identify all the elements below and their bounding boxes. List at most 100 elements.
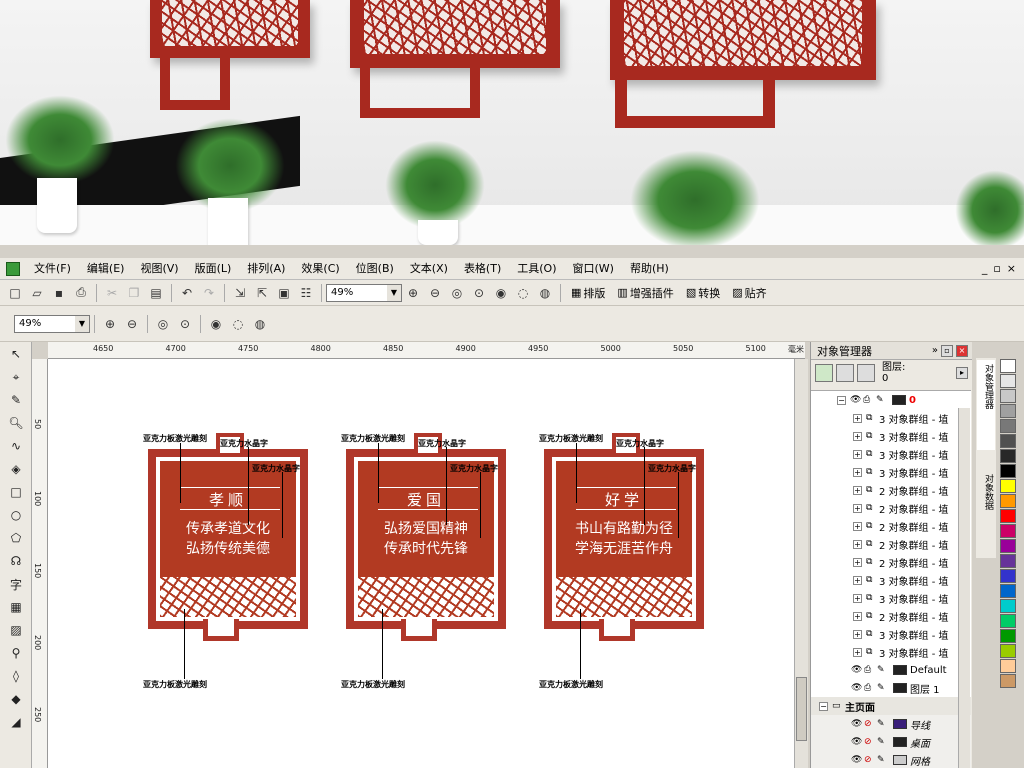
pencil-icon[interactable]: ✎ xyxy=(877,737,887,747)
expand-icon[interactable]: + xyxy=(853,629,862,639)
eye-icon[interactable]: 👁︎ xyxy=(851,665,862,675)
eye-icon[interactable]: 👁︎ xyxy=(851,683,862,693)
eye-icon[interactable]: 👁︎ xyxy=(851,737,862,747)
restore-button[interactable]: ▫ xyxy=(993,262,1000,275)
zoom-combo-2[interactable]: 49% ▼ xyxy=(14,314,90,333)
import-icon[interactable]: ⇲ xyxy=(230,283,250,303)
canvas-scrollbar[interactable] xyxy=(794,359,808,768)
zoom-in-icon[interactable]: ⊕ xyxy=(403,283,423,303)
interactive-tool-icon[interactable]: ▨ xyxy=(3,619,29,641)
sign-design-3[interactable]: 好学 书山有路勤为径 学海无涯苦作舟 xyxy=(544,433,704,641)
object-group-row[interactable]: + ⧉ 2 对象群组 - 埴 xyxy=(811,553,971,571)
palette-swatch[interactable] xyxy=(1000,629,1016,643)
scrollbar-thumb[interactable] xyxy=(796,677,807,741)
snap-button[interactable]: ▨ 贴齐 xyxy=(732,285,766,301)
expand-icon[interactable]: + xyxy=(853,557,862,567)
menu-effects[interactable]: 效果(C) xyxy=(293,258,347,280)
plugin-button[interactable]: ▥ 增强插件 xyxy=(617,285,673,301)
object-group-row[interactable]: + ⧉ 2 对象群组 - 埴 xyxy=(811,517,971,535)
menu-help[interactable]: 帮助(H) xyxy=(622,258,677,280)
master-layer-row[interactable]: 👁︎ ⊘ ✎ 导线 xyxy=(811,715,971,733)
text-tool-icon[interactable]: 字 xyxy=(3,573,29,595)
master-page-row[interactable]: − ▭ 主页面 xyxy=(811,697,971,715)
expand-icon[interactable]: + xyxy=(853,647,862,657)
show-properties-icon[interactable] xyxy=(815,364,833,382)
zoom-page-icon[interactable]: ◉ xyxy=(206,314,226,334)
zoom-out-icon[interactable]: ⊖ xyxy=(122,314,142,334)
printer-icon[interactable]: ⎙ xyxy=(864,665,874,675)
tab-object-data[interactable]: 对象数据 xyxy=(977,470,995,540)
printer-icon[interactable]: ⎙ xyxy=(864,683,874,693)
layer-row[interactable]: 👁︎ ⎙ ✎ Default xyxy=(811,661,971,679)
eye-icon[interactable]: 👁︎ xyxy=(850,395,861,405)
pencil-icon[interactable]: ✎ xyxy=(877,755,887,765)
polygon-tool-icon[interactable]: ⬠ xyxy=(3,527,29,549)
object-group-row[interactable]: + ⧉ 2 对象群组 - 埴 xyxy=(811,535,971,553)
expand-icon[interactable]: + xyxy=(853,431,862,441)
palette-swatch[interactable] xyxy=(1000,539,1016,553)
sign-design-2[interactable]: 爱国 弘扬爱国精神 传承时代先锋 xyxy=(346,433,506,641)
minimize-button[interactable]: _ xyxy=(982,262,988,275)
expand-icon[interactable]: + xyxy=(853,611,862,621)
palette-swatch[interactable] xyxy=(1000,494,1016,508)
expand-icon[interactable]: + xyxy=(853,521,862,531)
zoom-height-icon[interactable]: ◍ xyxy=(250,314,270,334)
save-icon[interactable]: ▪ xyxy=(49,283,69,303)
zoom-width-icon[interactable]: ◌ xyxy=(513,283,533,303)
expand-icon[interactable]: + xyxy=(853,593,862,603)
expand-icon[interactable]: + xyxy=(853,467,862,477)
zoom-selected-icon[interactable]: ◎ xyxy=(447,283,467,303)
undo-icon[interactable]: ↶ xyxy=(177,283,197,303)
tab-object-manager[interactable]: 对象管理器 xyxy=(977,360,995,450)
printer-icon[interactable]: ⎙ xyxy=(863,395,873,405)
table-tool-icon[interactable]: ▦ xyxy=(3,596,29,618)
layer-row[interactable]: 👁︎ ⎙ ✎ 图层 1 xyxy=(811,679,971,697)
menu-tools[interactable]: 工具(O) xyxy=(509,258,564,280)
palette-swatch[interactable] xyxy=(1000,359,1016,373)
menu-layout[interactable]: 版面(L) xyxy=(187,258,240,280)
object-group-row[interactable]: + ⧉ 2 对象群组 - 埴 xyxy=(811,481,971,499)
pencil-icon[interactable]: ✎ xyxy=(877,683,887,693)
shape-tool-icon[interactable]: ⌖ xyxy=(3,366,29,388)
collapse-icon[interactable]: − xyxy=(837,395,846,405)
sign-design-1[interactable]: 孝顺 传承孝道文化 弘扬传统美德 xyxy=(148,433,308,641)
no-print-icon[interactable]: ⊘ xyxy=(864,737,874,747)
palette-swatch[interactable] xyxy=(1000,509,1016,523)
expand-icon[interactable]: + xyxy=(853,413,862,423)
zoom-tool-icon[interactable]: 🔍︎ xyxy=(3,412,29,434)
menu-edit[interactable]: 编辑(E) xyxy=(79,258,133,280)
zoom-height-icon[interactable]: ◍ xyxy=(535,283,555,303)
object-group-row[interactable]: + ⧉ 3 对象群组 - 埴 xyxy=(811,463,971,481)
dock-icon[interactable]: ▫ xyxy=(941,344,953,357)
palette-swatch[interactable] xyxy=(1000,569,1016,583)
zoom-combo[interactable]: 49% ▼ xyxy=(326,283,402,302)
publish-icon[interactable]: ▣ xyxy=(274,283,294,303)
pick-tool-icon[interactable]: ↖ xyxy=(3,343,29,365)
cut-icon[interactable]: ✂ xyxy=(102,283,122,303)
object-group-row[interactable]: + ⧉ 3 对象群组 - 埴 xyxy=(811,427,971,445)
fill-tool-icon[interactable]: ◆ xyxy=(3,688,29,710)
palette-swatch[interactable] xyxy=(1000,389,1016,403)
object-group-row[interactable]: + ⧉ 2 对象群组 - 埴 xyxy=(811,607,971,625)
no-print-icon[interactable]: ⊘ xyxy=(864,755,874,765)
zoom-selected-icon[interactable]: ◎ xyxy=(153,314,173,334)
master-layer-row[interactable]: 👁︎ ⊘ ✎ 桌面 xyxy=(811,733,971,751)
object-group-row[interactable]: + ⧉ 3 对象群组 - 埴 xyxy=(811,589,971,607)
interactive-fill-icon[interactable]: ◢ xyxy=(3,711,29,733)
palette-swatch[interactable] xyxy=(1000,374,1016,388)
collapse-icon[interactable]: » xyxy=(932,345,938,357)
zoom-page-icon[interactable]: ◉ xyxy=(491,283,511,303)
eyedropper-icon[interactable]: ⚲ xyxy=(3,642,29,664)
ellipse-tool-icon[interactable]: ○ xyxy=(3,504,29,526)
outline-tool-icon[interactable]: ◊ xyxy=(3,665,29,687)
zoom-all-icon[interactable]: ⊙ xyxy=(175,314,195,334)
pencil-icon[interactable]: ✎ xyxy=(877,665,887,675)
redo-icon[interactable]: ↷ xyxy=(199,283,219,303)
object-group-row[interactable]: + ⧉ 2 对象群组 - 埴 xyxy=(811,499,971,517)
palette-swatch[interactable] xyxy=(1000,659,1016,673)
paste-icon[interactable]: ▤ xyxy=(146,283,166,303)
panel-close-icon[interactable]: × xyxy=(956,344,968,357)
eye-icon[interactable]: 👁︎ xyxy=(851,719,862,729)
menu-bitmaps[interactable]: 位图(B) xyxy=(348,258,402,280)
menu-arrange[interactable]: 排列(A) xyxy=(239,258,293,280)
